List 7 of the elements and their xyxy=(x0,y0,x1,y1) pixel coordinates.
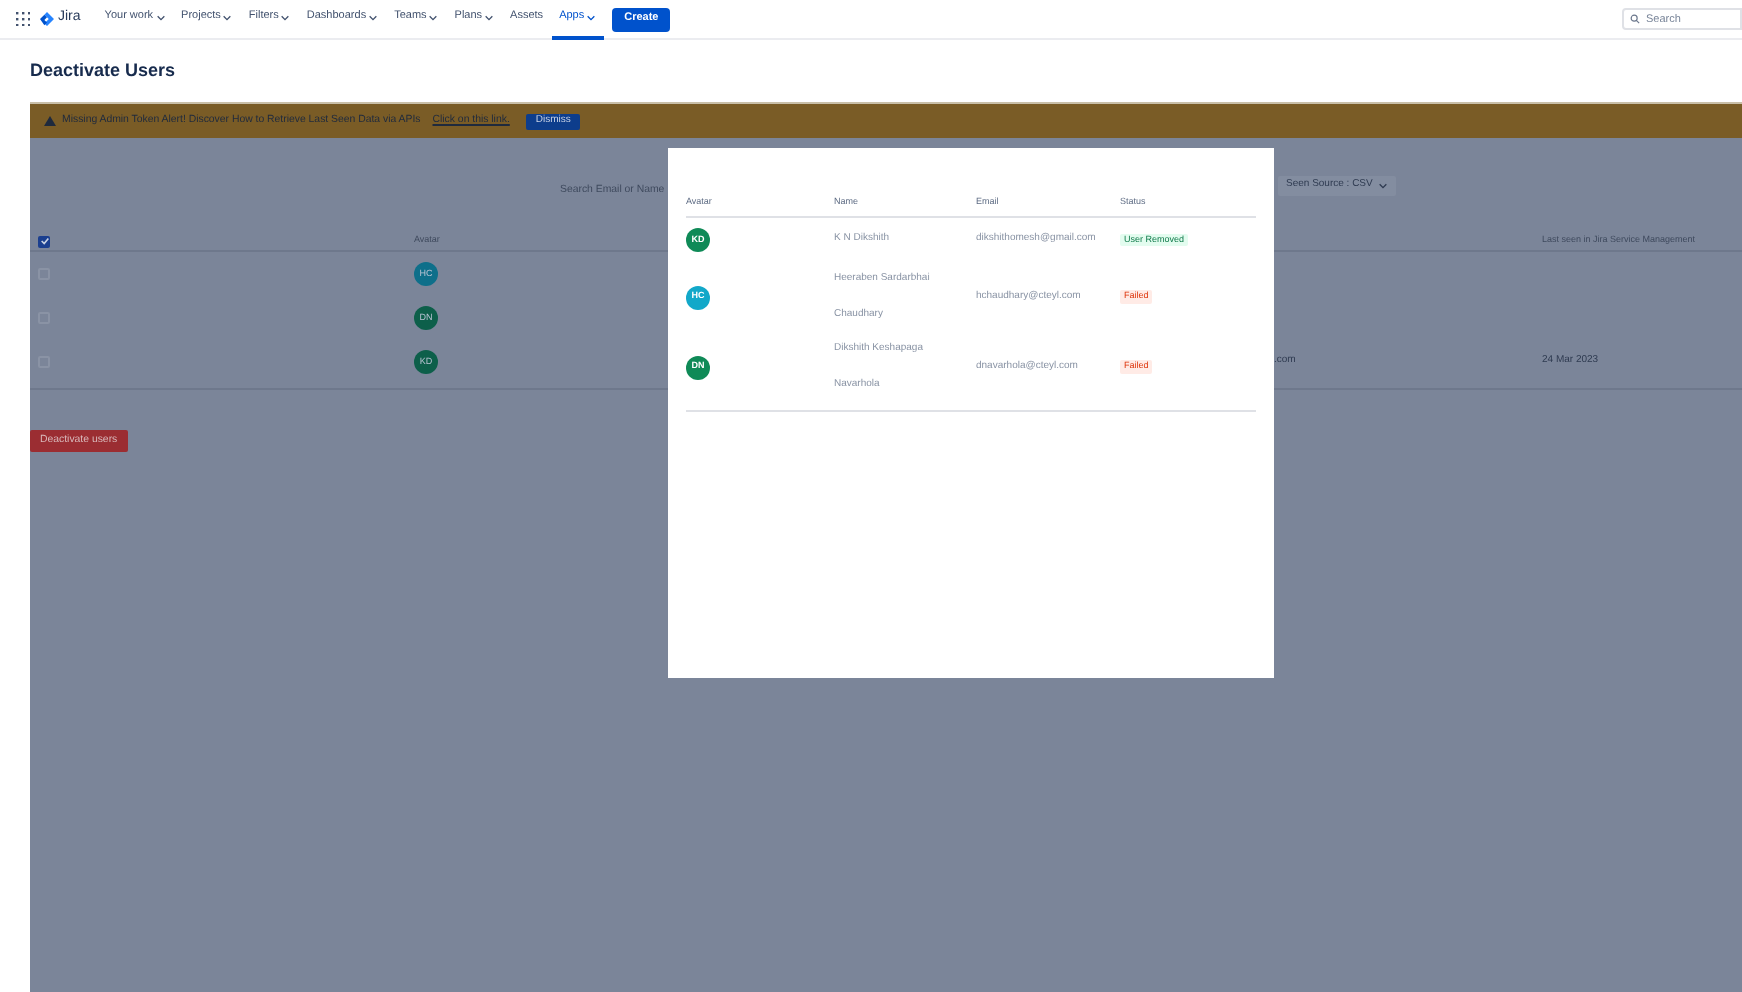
logo-icon xyxy=(40,12,54,26)
search-icon xyxy=(1630,14,1640,24)
warning-icon xyxy=(44,116,56,126)
page-title: Deactivate Users xyxy=(30,57,178,84)
app-grid-icon[interactable] xyxy=(16,12,30,26)
chevron-down-icon xyxy=(1378,182,1389,190)
checkbox[interactable] xyxy=(38,235,50,247)
